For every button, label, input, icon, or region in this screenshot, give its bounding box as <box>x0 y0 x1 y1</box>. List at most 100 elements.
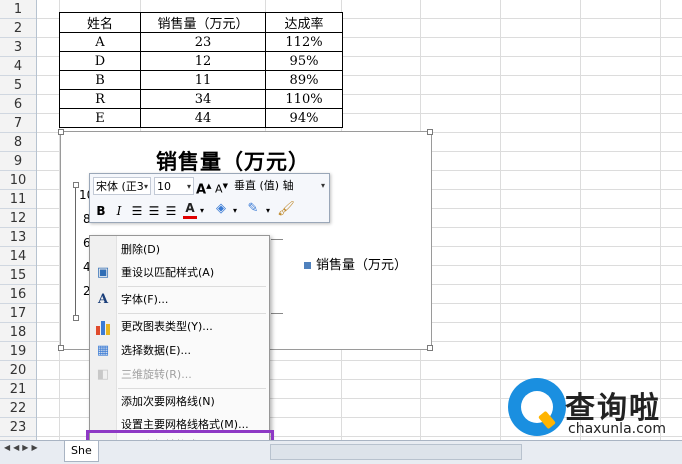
row-number[interactable]: 19 <box>0 342 36 361</box>
gridline-stub <box>271 239 283 240</box>
table-cell[interactable]: 94% <box>265 108 343 128</box>
sheet-tab[interactable]: She <box>64 441 99 462</box>
menu-item-reset-style[interactable]: ▣ 重设以匹配样式(A) <box>90 261 269 285</box>
row-number[interactable]: 18 <box>0 323 36 342</box>
chevron-down-icon: ▾ <box>320 181 325 190</box>
row-number[interactable]: 22 <box>0 399 36 418</box>
row-number[interactable]: 2 <box>0 19 36 38</box>
chart-resize-handle[interactable] <box>427 345 433 351</box>
table-header-cell[interactable]: 销售量（万元） <box>140 12 266 33</box>
row-number[interactable]: 17 <box>0 304 36 323</box>
table-cell[interactable]: R <box>59 89 141 109</box>
table-cell[interactable]: 44 <box>140 108 266 128</box>
selection-handle[interactable] <box>73 315 79 321</box>
row-number[interactable]: 3 <box>0 38 36 57</box>
menu-item-add-minor-gridlines[interactable]: 添加次要网格线(N) <box>90 390 269 414</box>
grow-font-button[interactable]: A▲ <box>196 177 211 197</box>
chevron-down-icon[interactable]: ▾ <box>264 202 272 220</box>
3d-rotate-icon: ◧ <box>96 367 110 382</box>
table-cell[interactable]: E <box>59 108 141 128</box>
chart-resize-handle[interactable] <box>427 129 433 135</box>
gridline <box>500 0 501 440</box>
align-center-icon[interactable]: ☰ <box>147 202 161 220</box>
table-cell[interactable]: 34 <box>140 89 266 109</box>
table-row: E 44 94% <box>59 108 343 128</box>
table-cell[interactable]: A <box>59 32 141 52</box>
axis-selection-line <box>75 184 76 318</box>
row-number[interactable]: 8 <box>0 133 36 152</box>
select-data-icon: ▦ <box>96 343 110 358</box>
menu-separator <box>118 286 266 287</box>
chevron-down-icon: ▾ <box>143 182 148 191</box>
shrink-font-button[interactable]: A▼ <box>214 177 229 196</box>
chart-type-icon <box>95 319 111 335</box>
row-number[interactable]: 12 <box>0 209 36 228</box>
font-color-button[interactable]: A <box>183 201 197 219</box>
reset-style-icon: ▣ <box>96 265 110 280</box>
horizontal-scrollbar[interactable] <box>270 444 522 460</box>
align-left-icon[interactable]: ☰ <box>130 202 144 220</box>
table-cell[interactable]: 23 <box>140 32 266 52</box>
align-right-icon[interactable]: ☰ <box>164 202 178 220</box>
table-row: D 12 95% <box>59 51 343 71</box>
font-icon: A <box>97 292 109 307</box>
fill-color-icon[interactable]: ◈ <box>211 200 231 218</box>
chart-element-select[interactable]: 垂直 (值) 轴 ▾ <box>232 177 327 195</box>
row-number[interactable]: 23 <box>0 418 36 437</box>
table-header-cell[interactable]: 达成率 <box>265 12 343 33</box>
gridline <box>580 0 581 440</box>
row-number[interactable]: 9 <box>0 152 36 171</box>
menu-item-change-chart-type[interactable]: 更改图表类型(Y)... <box>90 315 269 339</box>
chart-resize-handle[interactable] <box>58 129 64 135</box>
table-cell[interactable]: 95% <box>265 51 343 71</box>
gridline <box>660 0 661 440</box>
row-number[interactable]: 15 <box>0 266 36 285</box>
table-cell[interactable]: 89% <box>265 70 343 90</box>
italic-button[interactable]: I <box>112 202 126 220</box>
selection-handle[interactable] <box>73 182 79 188</box>
row-number[interactable]: 6 <box>0 95 36 114</box>
chevron-down-icon[interactable]: ▾ <box>231 202 239 220</box>
table-cell[interactable]: B <box>59 70 141 90</box>
menu-item-font[interactable]: A 字体(F)... <box>90 288 269 312</box>
table-cell[interactable]: 112% <box>265 32 343 52</box>
row-number[interactable]: 10 <box>0 171 36 190</box>
gridline-stub <box>271 313 283 314</box>
watermark-url: chaxunla.com <box>568 421 666 437</box>
row-number[interactable]: 13 <box>0 228 36 247</box>
table-row: B 11 89% <box>59 70 343 90</box>
row-number[interactable]: 4 <box>0 57 36 76</box>
chart-resize-handle[interactable] <box>58 345 64 351</box>
row-number[interactable]: 1 <box>0 0 36 19</box>
row-number[interactable]: 5 <box>0 76 36 95</box>
row-number[interactable]: 11 <box>0 190 36 209</box>
font-size-box[interactable]: 10 ▾ <box>154 177 194 195</box>
table-row: A 23 112% <box>59 32 343 52</box>
row-number[interactable]: 20 <box>0 361 36 380</box>
row-number[interactable]: 14 <box>0 247 36 266</box>
format-painter-icon[interactable]: 🖌 <box>276 200 296 218</box>
data-table: 姓名 销售量（万元） 达成率 A 23 112% D 12 95% B 11 89% R 34 110% E 4… <box>59 12 343 128</box>
outline-color-icon[interactable]: ✎ <box>243 200 263 218</box>
menu-item-delete[interactable]: 删除(D) <box>90 238 269 262</box>
legend-label: 销售量（万元） <box>316 258 408 273</box>
row-header: 1 2 3 4 5 6 7 8 9 10 11 12 13 14 15 16 17 18 19 20 21 22 23 <box>0 0 37 440</box>
context-menu: 删除(D) ▣ 重设以匹配样式(A) A 字体(F)... 更改图表类型(Y)...… <box>89 235 270 460</box>
menu-item-select-data[interactable]: ▦ 选择数据(E)... <box>90 339 269 363</box>
row-number[interactable]: 16 <box>0 285 36 304</box>
bold-button[interactable]: B <box>94 202 108 220</box>
font-name-box[interactable]: 宋体 (正3 ▾ <box>93 177 151 195</box>
row-number[interactable]: 7 <box>0 114 36 133</box>
table-cell[interactable]: D <box>59 51 141 71</box>
chevron-down-icon[interactable]: ▾ <box>198 202 206 220</box>
chart-legend[interactable]: 销售量（万元） <box>304 254 407 273</box>
table-cell[interactable]: 12 <box>140 51 266 71</box>
row-number[interactable]: 21 <box>0 380 36 399</box>
table-header-cell[interactable]: 姓名 <box>59 12 141 33</box>
sheet-tab-bar: ◀◀▶▶ She <box>0 440 682 464</box>
table-cell[interactable]: 11 <box>140 70 266 90</box>
chart-title[interactable]: 销售量（万元） <box>156 146 310 176</box>
table-header-row: 姓名 销售量（万元） 达成率 <box>59 12 343 33</box>
table-cell[interactable]: 110% <box>265 89 343 109</box>
tab-nav-arrows-icon[interactable]: ◀◀▶▶ <box>4 443 41 452</box>
